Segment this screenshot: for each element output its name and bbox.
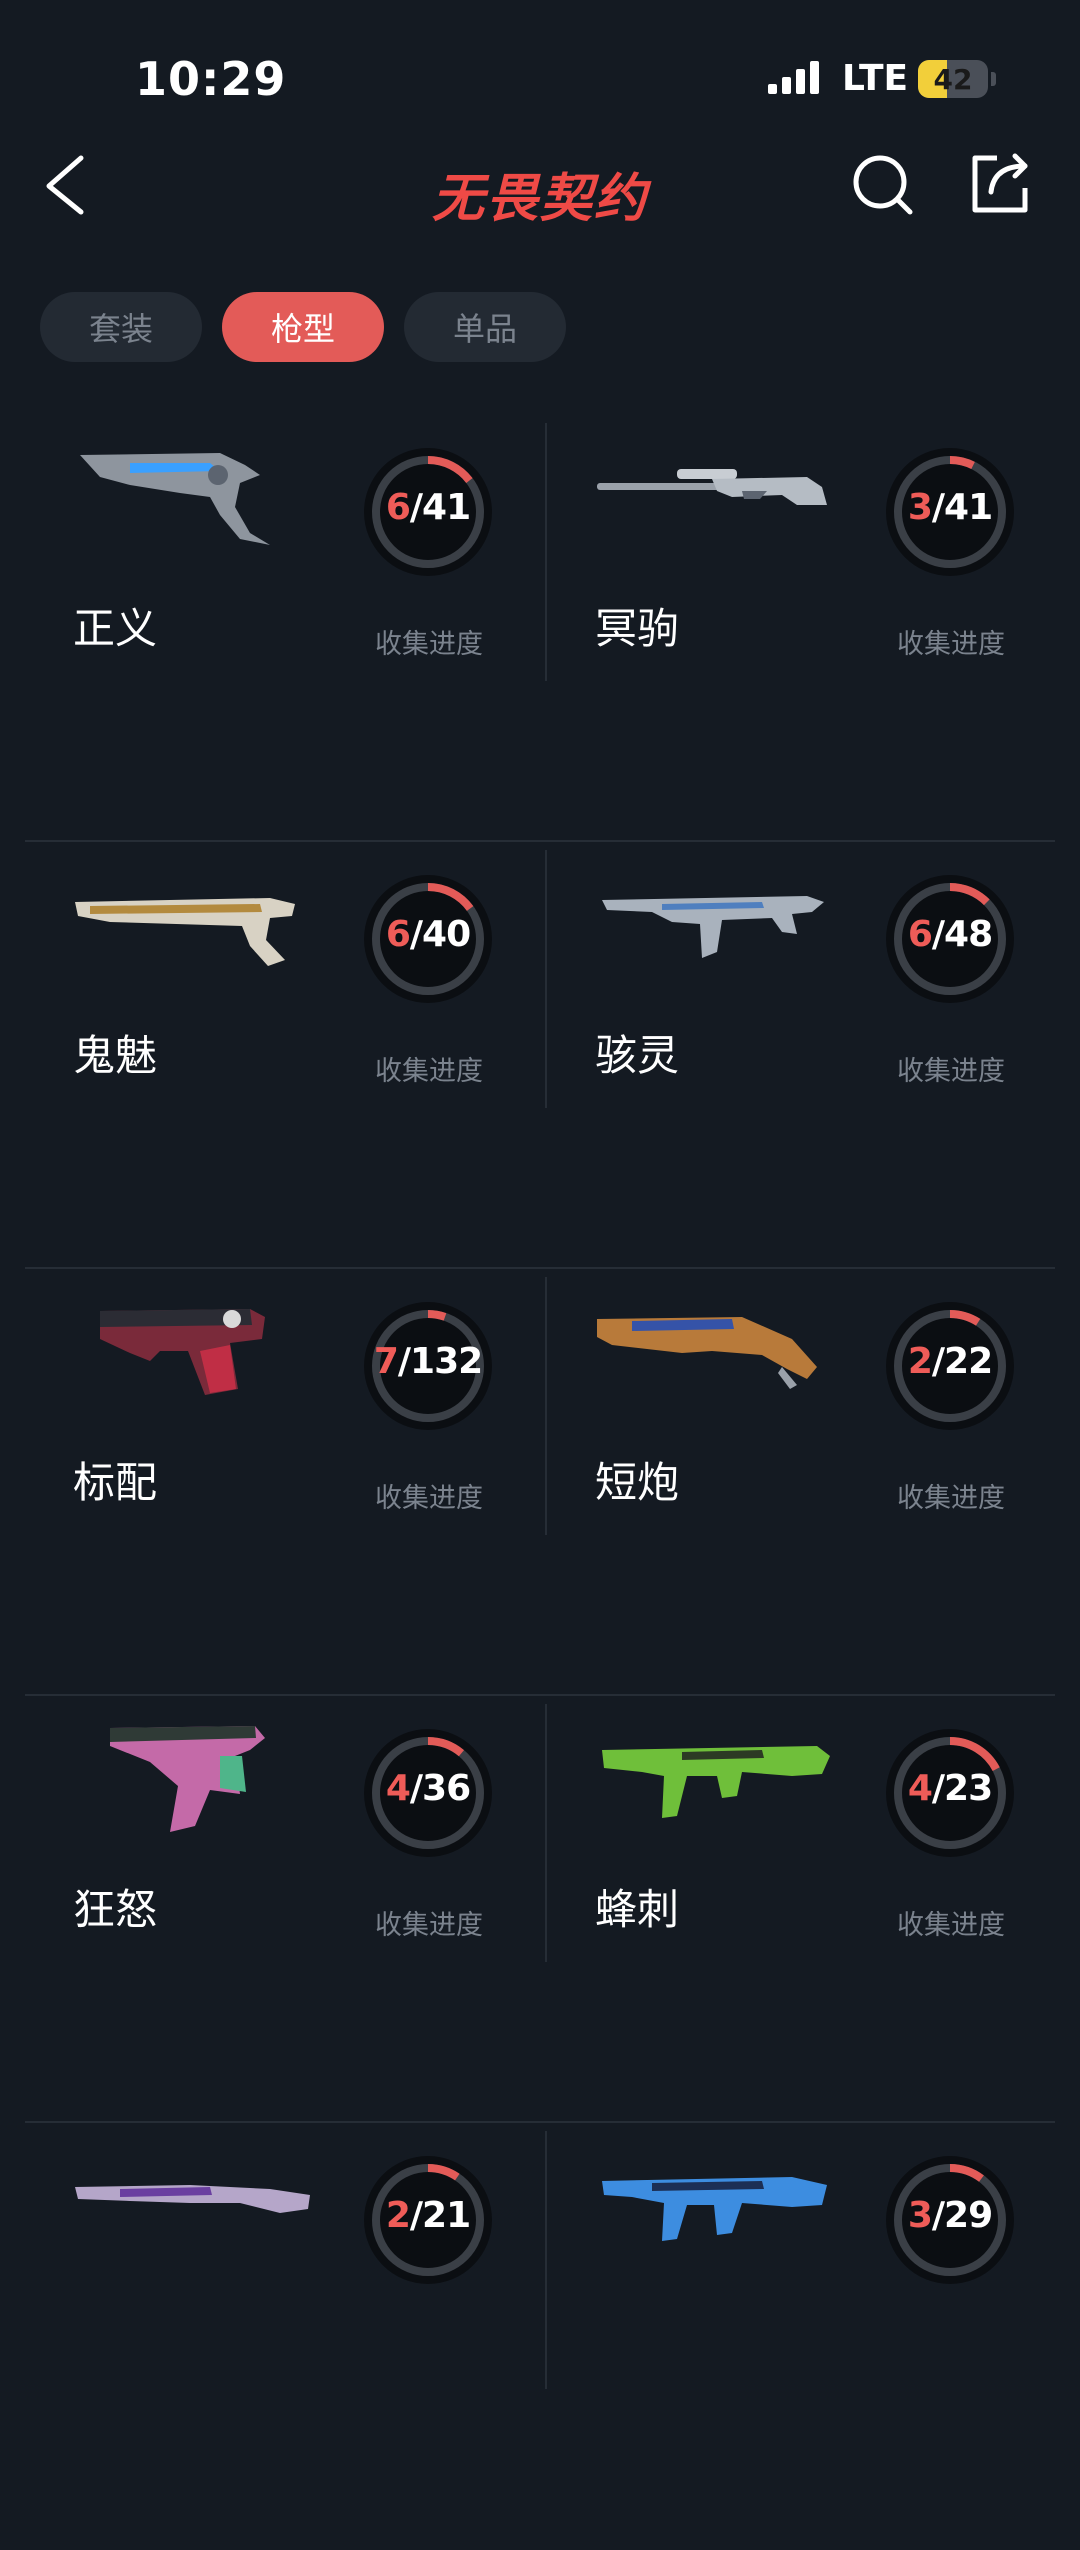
total-count: 22: [944, 1341, 993, 1382]
total-count: 21: [422, 2195, 471, 2236]
progress-count: 6/48: [907, 914, 993, 955]
classic-pistol-icon: [100, 1309, 265, 1395]
progress-count: 3/29: [907, 2195, 993, 2236]
progress-ring: 3/41: [880, 442, 1020, 582]
total-count: 41: [422, 487, 471, 528]
tab-weapon-type[interactable]: 枪型: [222, 292, 384, 362]
rifle-icon: [602, 2177, 827, 2241]
progress-count: 7/132: [373, 1341, 483, 1382]
owned-count: 4: [385, 1768, 411, 1809]
progress-label: 收集进度: [375, 1483, 483, 1514]
progress-count: 4/23: [907, 1768, 993, 1809]
battery-icon: 42: [918, 60, 988, 98]
progress-ring: 3/29: [880, 2150, 1020, 2290]
progress-count: 2/22: [907, 1341, 993, 1382]
app-title-logo: 无畏契约: [431, 169, 648, 229]
cellular-signal-icon: [768, 61, 819, 94]
total-count: 23: [944, 1768, 993, 1809]
owned-count: 6: [385, 487, 411, 528]
owned-count: 2: [385, 2195, 411, 2236]
progress-ring: 6/48: [880, 869, 1020, 1009]
progress-label: 收集进度: [897, 1056, 1005, 1087]
share-icon[interactable]: [965, 150, 1035, 220]
progress-count: 3/41: [907, 487, 993, 528]
weapon-card-shorty[interactable]: 短炮 2/22 收集进度: [547, 1269, 1062, 1696]
progress-label: 收集进度: [897, 629, 1005, 660]
top-navigation: 无畏契约: [0, 150, 1080, 280]
progress-ring: 4/36: [358, 1723, 498, 1863]
weapon-card-frenzy[interactable]: 狂怒 4/36 收集进度: [25, 1696, 540, 2123]
progress-ring: 6/41: [358, 442, 498, 582]
search-icon[interactable]: [848, 150, 918, 220]
progress-label: 收集进度: [375, 629, 483, 660]
weapon-name: 骇灵: [595, 1031, 680, 1080]
progress-label: 收集进度: [897, 1483, 1005, 1514]
weapon-name: 鬼魅: [73, 1031, 158, 1080]
weapon-name: 蜂刺: [595, 1885, 680, 1934]
battery-tip: [991, 72, 996, 86]
weapon-row: 标配 7/132 收集进度 短炮 2/22 收集进度: [25, 1269, 1055, 1696]
spectre-smg-icon: [602, 896, 824, 958]
weapon-card-sheriff[interactable]: 正义 6/41 收集进度: [25, 415, 540, 842]
owned-count: 7: [373, 1341, 399, 1382]
progress-ring: 2/21: [358, 2150, 498, 2290]
progress-count: 4/36: [385, 1768, 471, 1809]
weapon-card-stinger[interactable]: 蜂刺 4/23 收集进度: [547, 1696, 1062, 2123]
weapon-row: 鬼魅 6/40 收集进度 骇灵 6/48 收集进度: [25, 842, 1055, 1269]
frenzy-pistol-icon: [110, 1726, 265, 1832]
owned-count: 6: [907, 914, 933, 955]
total-count: 41: [944, 487, 993, 528]
owned-count: 2: [907, 1341, 933, 1382]
weapon-card-ghost[interactable]: 鬼魅 6/40 收集进度: [25, 842, 540, 1269]
weapon-card-rifle[interactable]: 3/29: [547, 2123, 1062, 2550]
owned-count: 4: [907, 1768, 933, 1809]
progress-ring: 2/22: [880, 1296, 1020, 1436]
weapon-name: 正义: [73, 604, 158, 653]
stinger-smg-icon: [602, 1746, 830, 1818]
weapon-card-classic[interactable]: 标配 7/132 收集进度: [25, 1269, 540, 1696]
progress-label: 收集进度: [375, 1910, 483, 1941]
weapon-row: 狂怒 4/36 收集进度 蜂刺 4/23 收集进度: [25, 1696, 1055, 2123]
weapon-name: 冥驹: [595, 604, 680, 653]
weapon-name: 短炮: [595, 1458, 680, 1507]
progress-label: 收集进度: [375, 1056, 483, 1087]
total-count: 132: [410, 1341, 483, 1382]
shotgun-icon: [75, 2185, 310, 2213]
progress-count: 2/21: [385, 2195, 471, 2236]
battery-percent: 42: [933, 63, 973, 96]
owned-count: 3: [907, 487, 933, 528]
progress-ring: 4/23: [880, 1723, 1020, 1863]
total-count: 29: [944, 2195, 993, 2236]
category-tabs: 套装 枪型 单品: [40, 292, 566, 362]
progress-ring: 7/132: [358, 1296, 498, 1436]
sheriff-revolver-icon: [80, 453, 270, 545]
total-count: 36: [422, 1768, 471, 1809]
weapon-row: 2/21 3/29: [25, 2123, 1055, 2550]
weapon-card-shotgun[interactable]: 2/21: [25, 2123, 540, 2550]
total-count: 48: [944, 914, 993, 955]
tab-sets[interactable]: 套装: [40, 292, 202, 362]
ghost-pistol-icon: [75, 898, 295, 966]
weapon-grid: 正义 6/41 收集进度 冥驹 3/41 收集进度 鬼魅 6/40 收集进度 骇…: [25, 415, 1055, 2550]
progress-count: 6/40: [385, 914, 471, 955]
tab-items[interactable]: 单品: [404, 292, 566, 362]
weapon-name: 狂怒: [73, 1885, 158, 1934]
progress-count: 6/41: [385, 487, 471, 528]
owned-count: 3: [907, 2195, 933, 2236]
progress-ring: 6/40: [358, 869, 498, 1009]
weapon-name: 标配: [73, 1458, 158, 1507]
progress-label: 收集进度: [897, 1910, 1005, 1941]
status-bar: 10:29 LTE 42: [0, 0, 1080, 150]
operator-sniper-icon: [597, 469, 827, 505]
status-time: 10:29: [135, 52, 287, 106]
total-count: 40: [422, 914, 471, 955]
shorty-shotgun-icon: [597, 1317, 817, 1389]
weapon-card-spectre[interactable]: 骇灵 6/48 收集进度: [547, 842, 1062, 1269]
weapon-card-operator[interactable]: 冥驹 3/41 收集进度: [547, 415, 1062, 842]
weapon-row: 正义 6/41 收集进度 冥驹 3/41 收集进度: [25, 415, 1055, 842]
network-type: LTE: [842, 58, 909, 99]
owned-count: 6: [385, 914, 411, 955]
